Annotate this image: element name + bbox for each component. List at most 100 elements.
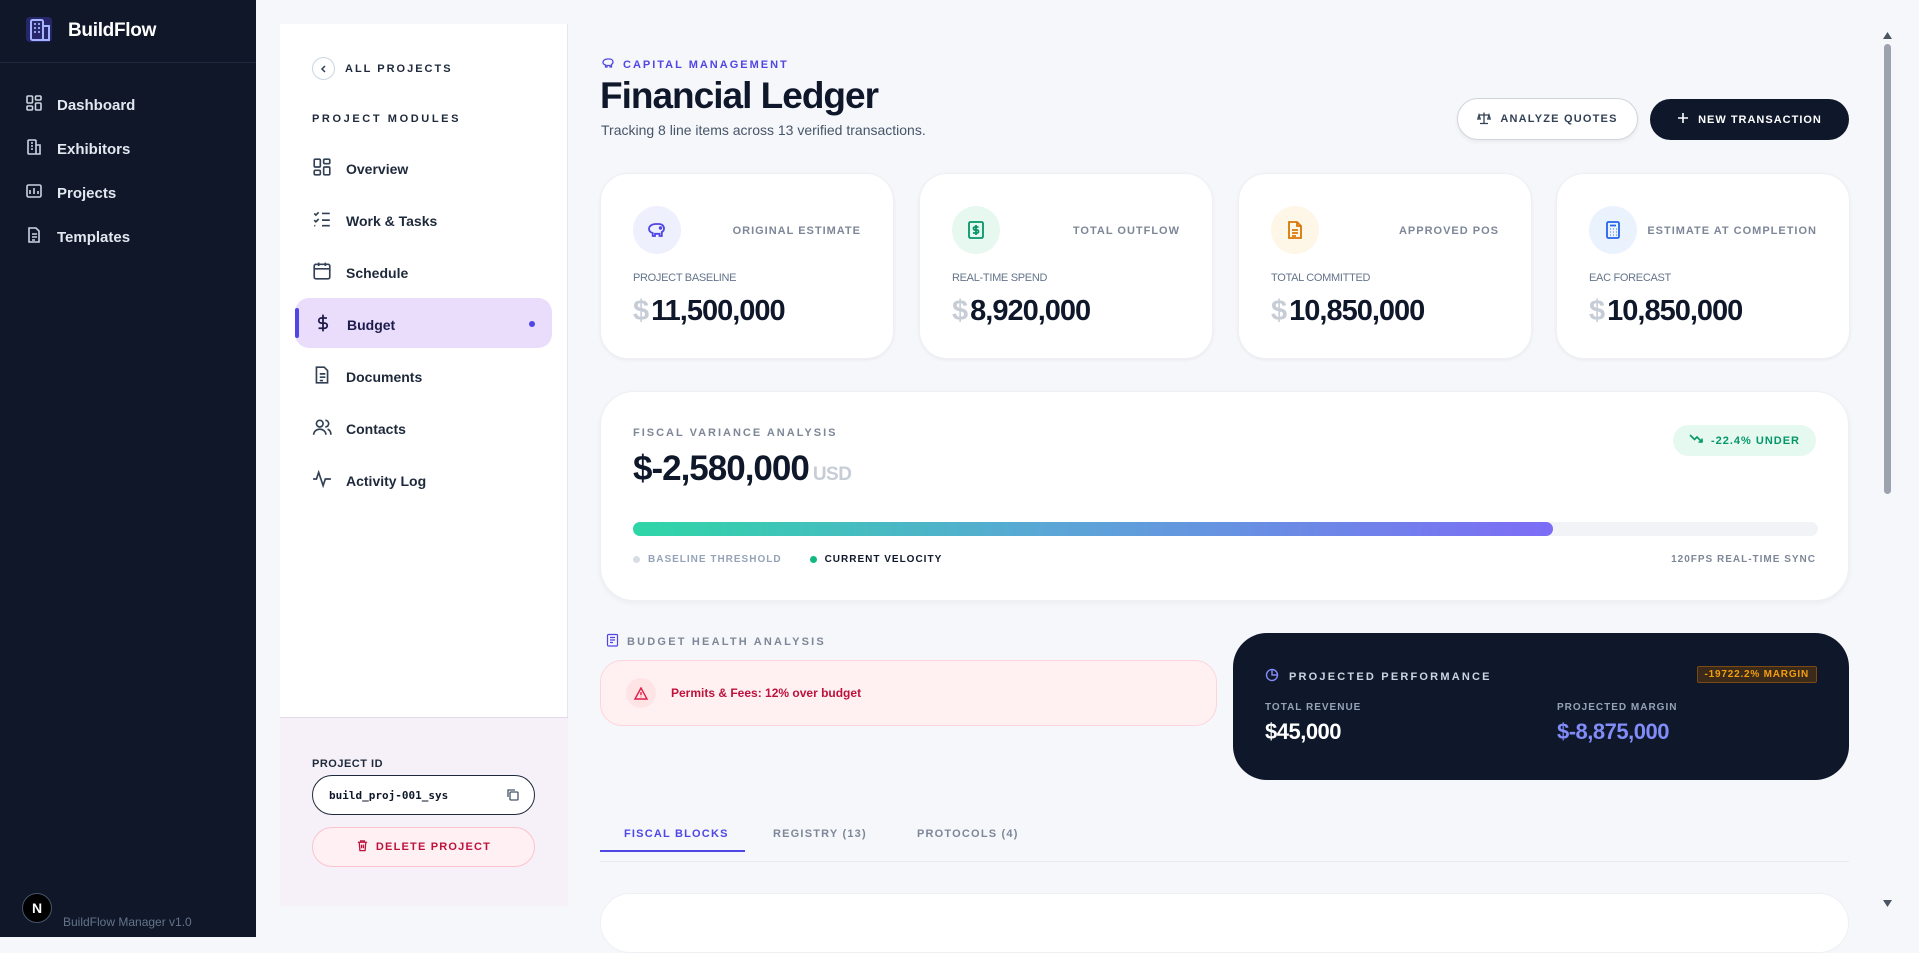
sidebar-item-label: Exhibitors (57, 140, 131, 158)
document-icon (25, 226, 57, 248)
module-label: Contacts (346, 420, 406, 437)
warning-icon (626, 678, 656, 708)
scale-icon (1477, 111, 1500, 128)
new-transaction-label: NEW TRANSACTION (1698, 113, 1822, 126)
kpi-label: REAL-TIME SPEND (952, 272, 1048, 284)
module-documents[interactable]: Documents (312, 365, 422, 388)
kpi-value: $10,850,000 (1589, 295, 1743, 328)
legend-dot-current (809, 556, 817, 563)
scroll-down-icon[interactable] (1883, 894, 1892, 912)
module-budget[interactable]: Budget (313, 313, 395, 336)
chevron-left-icon (312, 57, 335, 80)
trash-icon (356, 839, 376, 855)
project-id-field[interactable]: build_proj-001_sys (312, 775, 535, 815)
kicker-text: CAPITAL MANAGEMENT (623, 58, 789, 71)
budget-health-label: BUDGET HEALTH ANALYSIS (627, 635, 826, 648)
sidebar-item-label: Dashboard (57, 96, 136, 114)
piggy-bank-icon (601, 56, 623, 73)
projected-performance-card: PROJECTED PERFORMANCE -19722.2% MARGIN T… (1233, 633, 1849, 780)
variance-value: $-2,580,000 USD (633, 449, 852, 489)
grid-icon (25, 94, 57, 116)
kpi-amount: 10,850,000 (1607, 295, 1743, 327)
legend-dot-baseline (633, 556, 640, 563)
budget-alert[interactable]: Permits & Fees: 12% over budget (600, 660, 1217, 726)
page-title: Financial Ledger (600, 75, 879, 116)
document-icon (312, 365, 346, 388)
tab-protocols[interactable]: PROTOCOLS (4) (917, 828, 1019, 840)
module-label: Budget (347, 316, 396, 333)
module-schedule[interactable]: Schedule (312, 261, 408, 284)
sidebar-item-templates[interactable]: Templates (0, 215, 256, 259)
module-overview[interactable]: Overview (312, 157, 408, 180)
performance-heading: PROJECTED PERFORMANCE (1265, 668, 1492, 685)
sidebar-item-dashboard[interactable]: Dashboard (0, 83, 256, 127)
kpi-label: TOTAL COMMITTED (1271, 272, 1371, 284)
scrollbar[interactable] (1880, 24, 1894, 907)
tab-fiscal-blocks[interactable]: FISCAL BLOCKS (624, 828, 729, 840)
legend-current: CURRENT VELOCITY (824, 554, 943, 565)
delete-project-button[interactable]: DELETE PROJECT (312, 827, 535, 867)
ledger-tabs: FISCAL BLOCKS REGISTRY (13) PROTOCOLS (4… (600, 816, 1849, 862)
app-name: BuildFlow (68, 20, 157, 41)
all-projects-link[interactable]: ALL PROJECTS (312, 57, 453, 80)
module-contacts[interactable]: Contacts (312, 417, 406, 440)
scroll-thumb[interactable] (1884, 44, 1891, 494)
module-activity-log[interactable]: Activity Log (312, 469, 426, 492)
sidebar-item-projects[interactable]: Projects (0, 171, 256, 215)
active-tab-underline (600, 850, 745, 852)
framework-badge[interactable]: N (22, 893, 52, 923)
margin-badge: -19722.2% MARGIN (1696, 666, 1817, 683)
currency-symbol: $ (633, 295, 649, 327)
module-label: Documents (346, 368, 423, 385)
copy-icon[interactable] (506, 788, 520, 805)
kpi-amount: 10,850,000 (1289, 295, 1425, 327)
variance-progress-track (633, 522, 1818, 536)
trend-down-icon (1689, 433, 1711, 448)
active-dot (529, 321, 535, 327)
modules-heading: PROJECT MODULES (312, 113, 462, 125)
analyze-quotes-button[interactable]: ANALYZE QUOTES (1457, 98, 1638, 140)
brand[interactable]: BuildFlow (0, 0, 256, 63)
clipboard-icon (606, 633, 627, 650)
page-subtitle: Tracking 8 line items across 13 verified… (601, 122, 926, 138)
sidebar-item-label: Projects (57, 184, 117, 202)
sidebar-item-exhibitors[interactable]: Exhibitors (0, 127, 256, 171)
main-sidebar: BuildFlow Dashboard Exhibitors Projects … (0, 0, 256, 937)
app-version: BuildFlow Manager v1.0 (63, 915, 192, 929)
budget-alert-text: Permits & Fees: 12% over budget (671, 686, 862, 700)
currency-symbol: $ (1271, 295, 1287, 327)
scroll-up-icon[interactable] (1883, 26, 1892, 44)
module-label: Overview (346, 160, 409, 177)
module-work-tasks[interactable]: Work & Tasks (312, 209, 437, 232)
kpi-amount: 8,920,000 (970, 295, 1091, 327)
sidebar-item-label: Templates (57, 228, 131, 246)
kpi-card-committed: APPROVED POS TOTAL COMMITTED $10,850,000 (1238, 173, 1532, 359)
piggy-bank-icon (633, 206, 681, 254)
pie-chart-icon (1265, 668, 1289, 685)
kpi-amount: 11,500,000 (651, 295, 786, 327)
project-id-value: build_proj-001_sys (329, 788, 449, 802)
calendar-icon (312, 261, 346, 284)
margin-value: $-8,875,000 (1557, 719, 1669, 744)
checklist-icon (312, 209, 346, 232)
building-logo-icon (24, 14, 54, 49)
users-icon (312, 417, 346, 440)
kpi-card-baseline: ORIGINAL ESTIMATE PROJECT BASELINE $11,5… (600, 173, 894, 359)
tab-registry[interactable]: REGISTRY (13) (773, 828, 867, 840)
new-transaction-button[interactable]: NEW TRANSACTION (1650, 99, 1849, 140)
variance-unit: USD (812, 464, 852, 485)
variance-label: FISCAL VARIANCE ANALYSIS (633, 427, 838, 439)
kpi-label: PROJECT BASELINE (633, 272, 737, 284)
variance-badge-text: -22.4% UNDER (1710, 434, 1800, 447)
module-label: Activity Log (346, 472, 427, 489)
variance-card: FISCAL VARIANCE ANALYSIS $-2,580,000 USD … (600, 391, 1849, 601)
legend-baseline: BASELINE THRESHOLD (648, 554, 782, 565)
active-module-indicator (295, 308, 299, 338)
kpi-right-label: APPROVED POS (1398, 225, 1499, 237)
cash-icon (952, 206, 1000, 254)
section-kicker: CAPITAL MANAGEMENT (601, 56, 789, 73)
analyze-quotes-label: ANALYZE QUOTES (1500, 113, 1618, 125)
calculator-icon (1589, 206, 1637, 254)
kpi-value: $8,920,000 (952, 295, 1091, 328)
variance-amount: $-2,580,000 (633, 449, 810, 488)
